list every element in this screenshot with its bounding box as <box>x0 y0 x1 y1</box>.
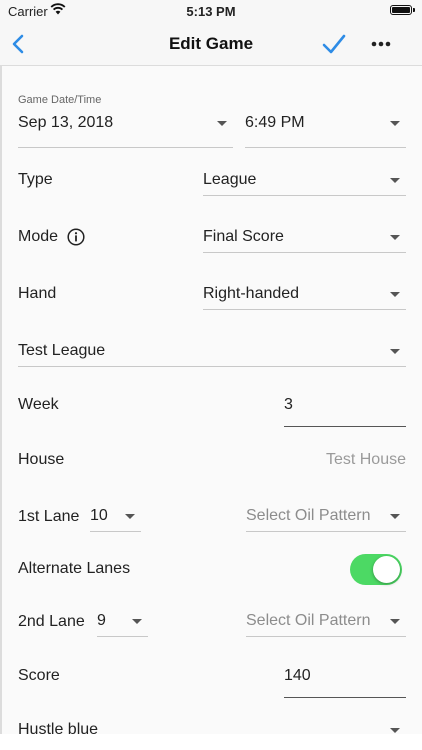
score-label: Score <box>18 667 60 684</box>
dropdown-caret-icon <box>390 235 400 240</box>
bottom-safe-area <box>0 734 422 750</box>
oil-pattern-1-dropdown[interactable]: Select Oil Pattern <box>246 502 406 532</box>
dropdown-caret-icon <box>390 514 400 519</box>
dropdown-caret-icon <box>390 619 400 624</box>
score-value: 140 <box>284 667 311 684</box>
alternate-lanes-label: Alternate Lanes <box>18 560 131 577</box>
dropdown-caret-icon <box>132 619 142 624</box>
dropdown-caret-icon <box>390 349 400 354</box>
oil-pattern-2-dropdown[interactable]: Select Oil Pattern <box>246 607 406 637</box>
alternate-lanes-toggle[interactable] <box>350 554 402 585</box>
week-value: 3 <box>284 396 293 413</box>
score-input[interactable]: 140 <box>284 661 406 698</box>
oil-pattern-2-placeholder: Select Oil Pattern <box>246 612 371 629</box>
date-dropdown[interactable]: Sep 13, 2018 <box>18 110 233 148</box>
week-label: Week <box>18 396 59 413</box>
lane1-label: 1st Lane <box>18 508 80 525</box>
date-value: Sep 13, 2018 <box>18 114 114 131</box>
dropdown-caret-icon <box>390 292 400 297</box>
ball-dropdown[interactable]: Hustle blue <box>18 716 406 734</box>
status-time: 5:13 PM <box>186 4 236 19</box>
ball-value: Hustle blue <box>18 721 99 734</box>
mode-label: Mode <box>18 228 59 245</box>
game-date-time-label: Game Date/Time <box>18 94 102 106</box>
hand-value: Right-handed <box>203 285 300 302</box>
edit-game-form[interactable]: Game Date/Time Sep 13, 2018 6:49 PM Type… <box>0 66 422 734</box>
time-dropdown[interactable]: 6:49 PM <box>245 110 406 148</box>
navigation-bar: Edit Game <box>0 22 422 66</box>
type-dropdown[interactable]: League <box>203 166 406 196</box>
lane1-dropdown[interactable]: 10 <box>90 502 141 532</box>
lane2-value: 9 <box>97 612 106 629</box>
dropdown-caret-icon <box>125 514 135 519</box>
time-value: 6:49 PM <box>245 114 305 131</box>
toggle-knob <box>373 556 400 583</box>
oil-pattern-1-placeholder: Select Oil Pattern <box>246 507 371 524</box>
battery-icon <box>390 5 415 15</box>
more-options-icon[interactable] <box>367 32 395 56</box>
dropdown-caret-icon <box>217 121 227 126</box>
lane2-label: 2nd Lane <box>18 613 85 630</box>
save-checkmark-icon[interactable] <box>320 30 348 58</box>
league-value: Test League <box>18 342 106 359</box>
type-label: Type <box>18 171 53 188</box>
type-value: League <box>203 171 257 188</box>
mode-dropdown[interactable]: Final Score <box>203 223 406 253</box>
dropdown-caret-icon <box>390 728 400 733</box>
hand-dropdown[interactable]: Right-handed <box>203 280 406 310</box>
mode-value: Final Score <box>203 228 284 245</box>
house-input[interactable]: Test House <box>206 451 406 469</box>
page-title: Edit Game <box>168 34 254 53</box>
lane2-dropdown[interactable]: 9 <box>97 607 148 637</box>
hand-label: Hand <box>18 285 57 302</box>
status-bar: Carrier 5:13 PM <box>0 0 422 22</box>
house-label: House <box>18 451 65 468</box>
info-icon[interactable] <box>67 228 85 246</box>
lane1-value: 10 <box>90 507 108 524</box>
league-dropdown[interactable]: Test League <box>18 337 406 367</box>
dropdown-caret-icon <box>390 121 400 126</box>
dropdown-caret-icon <box>390 178 400 183</box>
week-input[interactable]: 3 <box>284 390 406 427</box>
